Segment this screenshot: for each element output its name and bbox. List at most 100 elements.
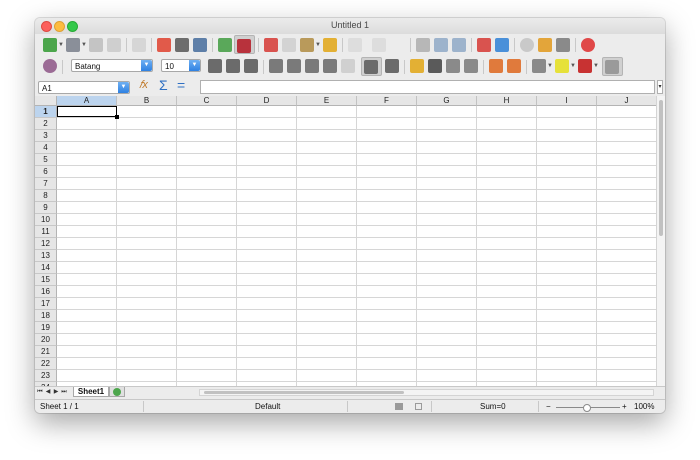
zoom-out-icon[interactable]: −	[546, 402, 551, 411]
font-color-icon[interactable]	[578, 59, 592, 73]
row-header[interactable]: 14	[35, 262, 57, 274]
row-header[interactable]: 3	[35, 130, 57, 142]
column-header[interactable]: E	[297, 96, 357, 106]
row-header[interactable]: 11	[35, 226, 57, 238]
paste-icon[interactable]	[300, 38, 314, 52]
open-dropdown-icon[interactable]: ▼	[81, 42, 87, 48]
sort-ascending-icon[interactable]	[434, 38, 448, 52]
print-preview-icon[interactable]	[193, 38, 207, 52]
row-header[interactable]: 21	[35, 346, 57, 358]
spelling-icon[interactable]	[218, 38, 232, 52]
borders-icon[interactable]	[532, 59, 546, 73]
background-color-icon[interactable]	[555, 59, 569, 73]
font-size-dropdown-icon[interactable]: ▼	[189, 60, 200, 71]
paste-dropdown-icon[interactable]: ▼	[315, 42, 321, 48]
increase-indent-icon[interactable]	[489, 59, 503, 73]
function-wizard-icon[interactable]: 𝑓x	[139, 79, 148, 92]
zoom-level[interactable]: 100%	[634, 402, 654, 411]
horizontal-scroll-thumb[interactable]	[204, 391, 404, 394]
add-sheet-button[interactable]	[109, 387, 125, 397]
zoom-slider-knob[interactable]	[583, 404, 591, 412]
column-header[interactable]: H	[477, 96, 537, 106]
sort-descending-icon[interactable]	[452, 38, 466, 52]
print-icon[interactable]	[175, 38, 189, 52]
insert-image-icon[interactable]	[495, 38, 509, 52]
row-header[interactable]: 18	[35, 310, 57, 322]
italic-icon[interactable]	[226, 59, 240, 73]
column-header[interactable]: D	[237, 96, 297, 106]
spreadsheet-grid[interactable]: A B C D E F G H I J 1 2 3 4 5 6 7 8 9 10 11 12 13 14 15 16 17 18 19 2…	[35, 96, 656, 386]
column-header[interactable]: B	[117, 96, 177, 106]
row-header[interactable]: 1	[35, 106, 57, 118]
column-header[interactable]: G	[417, 96, 477, 106]
new-spreadsheet-icon[interactable]	[43, 38, 57, 52]
row-header[interactable]: 7	[35, 178, 57, 190]
show-draw-functions-icon[interactable]	[520, 38, 534, 52]
row-header[interactable]: 16	[35, 286, 57, 298]
name-box-dropdown-icon[interactable]: ▼	[118, 82, 129, 93]
column-header[interactable]: I	[537, 96, 597, 106]
sum-icon[interactable]: Σ	[159, 77, 168, 93]
row-header[interactable]: 6	[35, 166, 57, 178]
currency-format-icon[interactable]	[410, 59, 424, 73]
first-sheet-icon[interactable]: ⏮	[37, 388, 43, 397]
styles-icon[interactable]	[43, 59, 57, 73]
undo-icon[interactable]	[348, 38, 362, 52]
cut-icon[interactable]	[264, 38, 278, 52]
page-style[interactable]: Default	[255, 402, 280, 411]
decrease-indent-icon[interactable]	[507, 59, 521, 73]
font-color-dropdown-icon[interactable]: ▼	[593, 63, 599, 69]
open-folder-icon[interactable]	[66, 38, 80, 52]
selection-mode-icon[interactable]	[395, 403, 403, 410]
underline-icon[interactable]	[244, 59, 258, 73]
next-sheet-icon[interactable]: ▶	[53, 388, 59, 397]
font-size-box[interactable]: 10 ▼	[161, 59, 201, 72]
formula-input[interactable]	[200, 80, 655, 94]
row-header[interactable]: 23	[35, 370, 57, 382]
row-header[interactable]: 13	[35, 250, 57, 262]
percent-format-icon[interactable]	[428, 59, 442, 73]
copy-icon[interactable]	[282, 38, 296, 52]
row-header[interactable]: 12	[35, 238, 57, 250]
sheet-tab[interactable]: Sheet1	[73, 387, 109, 397]
row-header[interactable]: 10	[35, 214, 57, 226]
row-header[interactable]: 8	[35, 190, 57, 202]
name-box[interactable]: A1 ▼	[38, 81, 130, 94]
row-header[interactable]: 9	[35, 202, 57, 214]
align-right-icon[interactable]	[305, 59, 319, 73]
horizontal-scrollbar[interactable]	[199, 389, 654, 396]
column-header[interactable]: A	[57, 96, 117, 106]
align-center-icon[interactable]	[287, 59, 301, 73]
justify-icon[interactable]	[323, 59, 337, 73]
vertical-align-icon[interactable]	[385, 59, 399, 73]
row-header[interactable]: 15	[35, 274, 57, 286]
save-icon[interactable]	[89, 38, 103, 52]
delete-decimal-icon[interactable]	[464, 59, 478, 73]
autofill-handle[interactable]	[115, 115, 119, 119]
expand-formula-bar-icon[interactable]: ▾	[657, 80, 663, 94]
borders-dropdown-icon[interactable]: ▼	[547, 63, 553, 69]
column-header[interactable]: J	[597, 96, 656, 106]
bold-icon[interactable]	[208, 59, 222, 73]
row-header[interactable]: 4	[35, 142, 57, 154]
row-header[interactable]: 20	[35, 334, 57, 346]
redo-icon[interactable]	[372, 38, 386, 52]
zoom-in-icon[interactable]: +	[622, 402, 627, 411]
row-header[interactable]: 19	[35, 322, 57, 334]
background-color-dropdown-icon[interactable]: ▼	[570, 63, 576, 69]
active-cell-cursor[interactable]	[57, 106, 119, 119]
last-sheet-icon[interactable]: ⏭	[61, 388, 67, 397]
font-name-dropdown-icon[interactable]: ▼	[141, 60, 152, 71]
column-header[interactable]: F	[357, 96, 417, 106]
add-decimal-icon[interactable]	[446, 59, 460, 73]
row-header[interactable]: 2	[35, 118, 57, 130]
insert-chart-icon[interactable]	[477, 38, 491, 52]
row-header[interactable]: 5	[35, 154, 57, 166]
column-header[interactable]: C	[177, 96, 237, 106]
clone-formatting-icon[interactable]	[323, 38, 337, 52]
select-all-corner[interactable]	[35, 96, 57, 106]
merge-cells-icon[interactable]	[341, 59, 355, 73]
gallery-icon[interactable]	[556, 38, 570, 52]
new-dropdown-icon[interactable]: ▼	[58, 42, 64, 48]
equals-icon[interactable]: =	[177, 77, 185, 93]
